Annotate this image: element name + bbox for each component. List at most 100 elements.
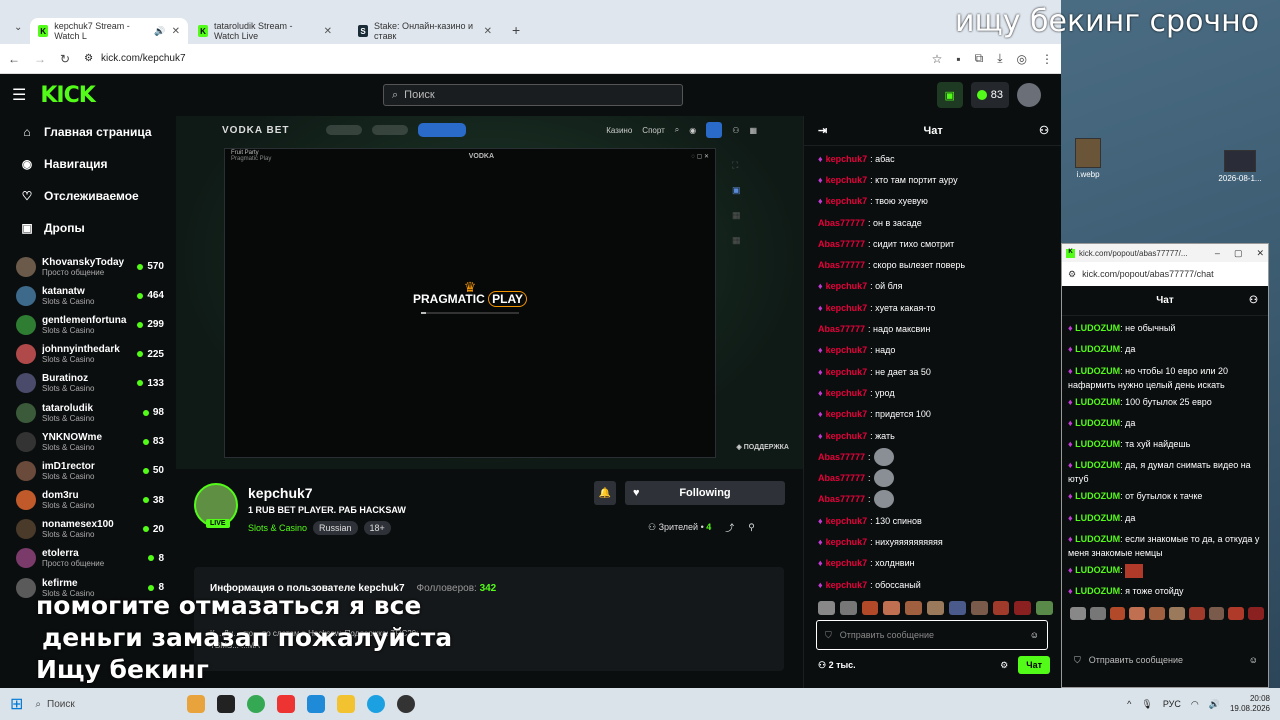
tag-age[interactable]: 18+: [363, 521, 391, 535]
forward-icon[interactable]: →: [34, 52, 46, 66]
drops-button[interactable]: ▣: [936, 82, 963, 108]
notifications-bell-button[interactable]: 🔔: [594, 481, 616, 505]
chrome-icon[interactable]: [247, 695, 266, 713]
chat-username[interactable]: kepchuk7: [826, 154, 868, 164]
emoji-icon[interactable]: ☺: [1249, 655, 1258, 665]
kick-logo[interactable]: KICK: [40, 83, 95, 108]
taskbar-app-icon[interactable]: [307, 695, 326, 713]
nav-item-1[interactable]: ◉ Навигация: [0, 148, 176, 180]
chat-username[interactable]: kepchuk7: [826, 580, 868, 590]
obs-icon[interactable]: [397, 695, 416, 713]
collapse-chat-icon[interactable]: ⇥: [818, 124, 827, 137]
emote-icon[interactable]: [1109, 606, 1126, 620]
file-explorer-icon[interactable]: [337, 695, 356, 713]
chat-username[interactable]: kepchuk7: [826, 303, 868, 313]
chat-username[interactable]: kepchuk7: [826, 431, 868, 441]
stream-category[interactable]: Slots & Casino: [248, 523, 307, 533]
emote-icon[interactable]: [1208, 606, 1225, 620]
chat-username[interactable]: kepchuk7: [826, 388, 868, 398]
chat-input[interactable]: ⛉ Отправить сообщение ☺: [816, 620, 1048, 650]
streamer-name[interactable]: kepchuk7: [248, 485, 313, 501]
sidebar-channel[interactable]: johnnyinthedark Slots & Casino 225: [0, 340, 176, 369]
emote-icon[interactable]: [861, 601, 879, 616]
tag-language[interactable]: Russian: [313, 521, 358, 535]
url-field[interactable]: ⚙ kick.com/kepchuk7: [84, 53, 918, 64]
chat-username[interactable]: LUDOZUM: [1075, 344, 1120, 354]
chat-username[interactable]: kepchuk7: [826, 345, 868, 355]
chat-username[interactable]: Abas77777: [818, 473, 865, 483]
chat-username[interactable]: kepchuk7: [826, 409, 868, 419]
clip-icon[interactable]: ⚲: [748, 522, 755, 533]
chat-username[interactable]: Abas77777: [818, 239, 865, 249]
chat-username[interactable]: LUDOZUM: [1075, 366, 1120, 376]
emote-icon[interactable]: [1014, 601, 1032, 616]
emote-icon[interactable]: [1188, 606, 1205, 620]
emote-icon[interactable]: [992, 601, 1010, 616]
chat-username[interactable]: Abas77777: [818, 452, 865, 462]
sidebar-channel[interactable]: dom3ru Slots & Casino 38: [0, 486, 176, 515]
chat-username[interactable]: Abas77777: [818, 494, 865, 504]
send-chat-button[interactable]: Чат: [1018, 656, 1050, 674]
close-tab-icon[interactable]: ✕: [324, 26, 332, 37]
sidebar-channel[interactable]: tataroludik Slots & Casino 98: [0, 398, 176, 427]
chat-username[interactable]: LUDOZUM: [1075, 323, 1120, 333]
emote-icon[interactable]: [1036, 601, 1053, 616]
sidebar-channel[interactable]: etolerra Просто общение 8: [0, 544, 176, 573]
chat-username[interactable]: LUDOZUM: [1075, 491, 1120, 501]
download-icon[interactable]: ⤓: [997, 51, 1002, 66]
windows-start-icon[interactable]: ⊞: [10, 694, 23, 714]
sidebar-channel[interactable]: YNKNOWme Slots & Casino 83: [0, 427, 176, 456]
chevron-up-icon[interactable]: ^: [1127, 699, 1131, 709]
emote-icon[interactable]: [948, 601, 966, 616]
tab-kepchuk7[interactable]: K kepchuk7 Stream - Watch L 🔊 ✕: [30, 18, 188, 44]
sidebar-channel[interactable]: KhovanskyToday Просто общение 570: [0, 252, 176, 281]
emote-icon[interactable]: [1228, 606, 1245, 620]
taskbar-app-icon[interactable]: [217, 695, 236, 713]
emote-icon[interactable]: [1248, 606, 1264, 620]
close-tab-icon[interactable]: ✕: [484, 26, 492, 37]
chat-username[interactable]: Abas77777: [818, 260, 865, 270]
extension-icon[interactable]: ▪: [956, 52, 960, 66]
tab-search-icon[interactable]: ⌄: [14, 22, 22, 33]
chat-username[interactable]: kepchuk7: [826, 537, 868, 547]
emote-icon[interactable]: [1168, 606, 1185, 620]
sidebar-channel[interactable]: Buratinoz Slots & Casino 133: [0, 369, 176, 398]
emote-icon[interactable]: [1149, 606, 1165, 620]
nav-item-3[interactable]: ▣ Дропы: [0, 212, 176, 244]
minimize-icon[interactable]: –: [1215, 248, 1220, 259]
chat-username[interactable]: LUDOZUM: [1075, 586, 1120, 596]
back-icon[interactable]: ←: [8, 52, 20, 66]
hamburger-menu-icon[interactable]: ☰: [12, 85, 26, 105]
share-icon[interactable]: ⤴: [725, 521, 734, 534]
emote-icon[interactable]: [905, 601, 923, 616]
menu-dots-icon[interactable]: ⋮: [1041, 52, 1053, 66]
chat-username[interactable]: LUDOZUM: [1075, 397, 1120, 407]
chat-username[interactable]: Abas77777: [818, 218, 865, 228]
language-indicator[interactable]: РУС: [1163, 699, 1181, 709]
settings-gear-icon[interactable]: ⚙: [1000, 660, 1008, 671]
chat-username[interactable]: LUDOZUM: [1075, 418, 1120, 428]
nav-item-0[interactable]: ⌂ Главная страница: [0, 116, 176, 148]
yandex-icon[interactable]: [277, 695, 296, 713]
following-button[interactable]: ♥ Following: [625, 481, 785, 505]
popout-chat-input[interactable]: ⛉ Отправить сообщение ☺: [1068, 649, 1264, 671]
sidebar-channel[interactable]: imD1rector Slots & Casino 50: [0, 456, 176, 485]
close-icon[interactable]: ✕: [1256, 248, 1264, 259]
nav-item-2[interactable]: ♡ Отслеживаемое: [0, 180, 176, 212]
emote-icon[interactable]: [818, 601, 835, 616]
desktop-icon-file[interactable]: i.webp: [1062, 138, 1114, 179]
tab-tataroludik[interactable]: K tataroludik Stream - Watch Live ✕: [190, 18, 340, 44]
emote-icon[interactable]: [970, 601, 988, 616]
microphone-icon[interactable]: 🎙: [1141, 699, 1152, 710]
chat-username[interactable]: LUDOZUM: [1075, 460, 1120, 470]
user-avatar[interactable]: [1017, 83, 1041, 107]
popout-url-bar[interactable]: ⚙ kick.com/popout/abas77777/chat: [1062, 262, 1268, 286]
speaker-icon[interactable]: 🔊: [154, 26, 165, 37]
sidebar-channel[interactable]: gentlemenfortuna Slots & Casino 299: [0, 310, 176, 339]
search-input[interactable]: ⌕ Поиск: [383, 84, 683, 106]
edge-icon[interactable]: [367, 695, 386, 713]
chat-username[interactable]: LUDOZUM: [1075, 439, 1120, 449]
chat-username[interactable]: LUDOZUM: [1075, 565, 1120, 575]
profile-icon[interactable]: ◎: [1017, 52, 1027, 66]
chat-username[interactable]: Abas77777: [818, 324, 865, 334]
